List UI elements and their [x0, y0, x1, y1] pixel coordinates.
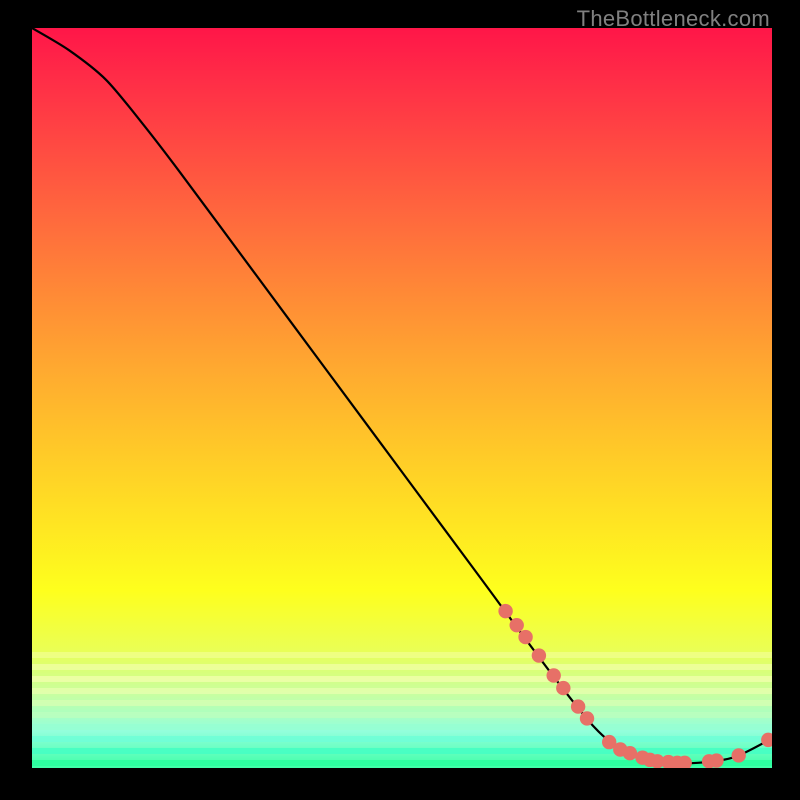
data-marker — [532, 648, 546, 662]
data-marker — [623, 746, 637, 760]
data-marker — [709, 753, 723, 767]
curve-layer — [32, 28, 772, 768]
bottleneck-curve — [32, 28, 772, 763]
data-marker — [547, 668, 561, 682]
data-marker — [571, 699, 585, 713]
data-marker — [498, 604, 512, 618]
chart-stage: TheBottleneck.com — [0, 0, 800, 800]
data-marker — [518, 630, 532, 644]
data-marker — [510, 618, 524, 632]
plot-area — [32, 28, 772, 768]
data-marker — [761, 733, 772, 747]
data-marker — [732, 748, 746, 762]
data-markers — [498, 604, 772, 768]
data-marker — [556, 681, 570, 695]
data-marker — [580, 711, 594, 725]
